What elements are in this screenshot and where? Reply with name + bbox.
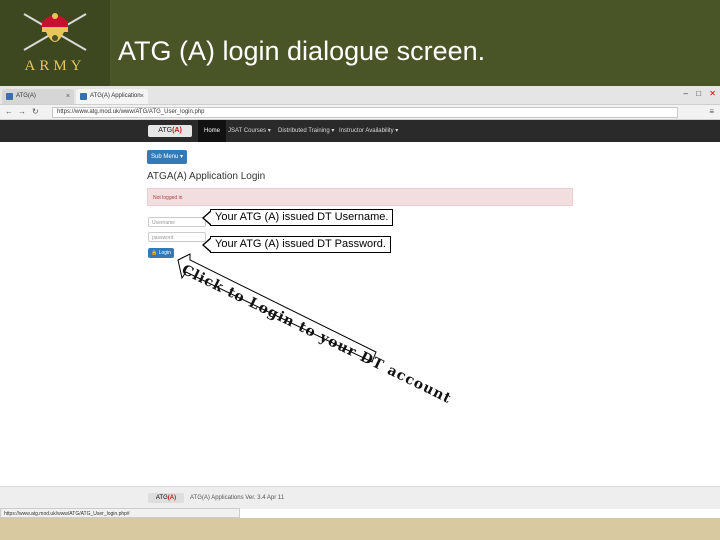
footer-logo: ATG(A) — [148, 493, 184, 503]
close-tab-icon[interactable]: × — [66, 89, 70, 104]
slide-title: ATG (A) login dialogue screen. — [118, 36, 486, 66]
footer-logo-suffix: (A) — [167, 495, 177, 501]
nav-distributed-training[interactable]: Distributed Training ▾ — [272, 120, 340, 142]
close-window-button[interactable]: ✕ — [709, 89, 716, 98]
maximize-button[interactable]: □ — [696, 89, 701, 98]
menu-icon[interactable]: ≡ — [709, 107, 714, 116]
username-callout: Your ATG (A) issued DT Username. — [201, 209, 394, 226]
password-callout: Your ATG (A) issued DT Password. — [202, 236, 391, 253]
tab-label: ATG(A) — [16, 93, 36, 99]
favicon-icon — [80, 93, 87, 100]
password-input[interactable]: password — [148, 232, 206, 242]
tab-strip: ATG(A) × ATG(A) Application Log × – □ ✕ — [0, 86, 720, 114]
status-alert: Not logged in — [147, 188, 573, 206]
slide-header: ARMY ATG (A) login dialogue screen. — [0, 0, 720, 86]
logo-prefix: ATG — [158, 127, 173, 134]
footer-version-text: ATG(A) Applications Ver. 3.4 Apr 11 — [190, 495, 285, 501]
address-bar: ← → ↻ https://www.atg.mod.uk/www/ATG/ATG… — [0, 105, 720, 120]
login-button[interactable]: 🔒 Login — [148, 248, 174, 258]
close-tab-icon[interactable]: × — [140, 89, 144, 104]
nav-instructor-availability[interactable]: Instructor Availability ▾ — [333, 120, 404, 142]
logo-suffix: (A) — [172, 127, 182, 134]
army-logo: ARMY — [0, 0, 110, 86]
browser-status-bar: https://www.atg.mod.uk/www/ATG/ATG_User_… — [0, 508, 240, 518]
window-controls: – □ ✕ — [678, 89, 716, 98]
army-crest-icon — [23, 13, 87, 51]
reload-icon[interactable]: ↻ — [32, 107, 39, 116]
back-icon[interactable]: ← — [5, 107, 13, 116]
url-input[interactable]: https://www.atg.mod.uk/www/ATG/ATG_User_… — [52, 107, 678, 118]
forward-icon[interactable]: → — [18, 107, 26, 116]
minimize-button[interactable]: – — [684, 89, 688, 98]
browser-tab-1[interactable]: ATG(A) × — [2, 89, 74, 104]
page-title: ATGA(A) Application Login — [147, 171, 266, 182]
nav-jsat-courses[interactable]: JSAT Courses ▾ — [222, 120, 277, 142]
browser-window: ATG(A) × ATG(A) Application Log × – □ ✕ … — [0, 86, 720, 518]
army-wordmark: ARMY — [24, 58, 86, 74]
sub-menu-button[interactable]: Sub Menu ▾ — [147, 150, 187, 164]
footer-logo-prefix: ATG — [155, 495, 168, 501]
site-footer: ATG(A) ATG(A) Applications Ver. 3.4 Apr … — [0, 486, 720, 509]
username-input[interactable]: Username — [148, 217, 206, 227]
site-logo[interactable]: ATG(A) — [148, 125, 192, 137]
slide-footer-band — [0, 518, 720, 540]
browser-tab-2[interactable]: ATG(A) Application Log × — [76, 89, 148, 114]
favicon-icon — [6, 93, 13, 100]
site-navbar: ATG(A) Home JSAT Courses ▾ Distributed T… — [0, 120, 720, 142]
